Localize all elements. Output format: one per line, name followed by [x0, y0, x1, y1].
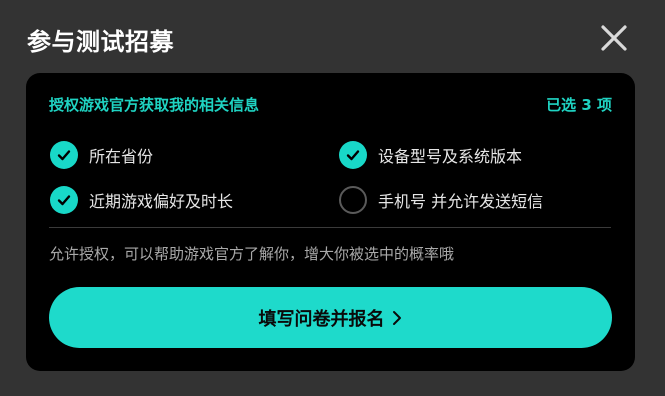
checkbox-game-preference[interactable]: [50, 186, 78, 214]
checkbox-phone[interactable]: [339, 186, 367, 214]
option-label: 近期游戏偏好及时长: [89, 192, 234, 211]
option-label: 所在省份: [89, 147, 154, 166]
divider: [49, 227, 611, 228]
option-device[interactable]: 设备型号及系统版本: [339, 140, 522, 170]
checkbox-device[interactable]: [339, 141, 367, 169]
close-button[interactable]: [598, 22, 630, 54]
authorization-note: 允许授权，可以帮助游戏官方了解你，增大你被选中的概率哦: [49, 245, 455, 263]
option-province[interactable]: 所在省份: [50, 140, 153, 170]
card-heading: 授权游戏官方获取我的相关信息: [49, 95, 260, 114]
checkmark-icon: [57, 195, 71, 206]
dialog-title: 参与测试招募: [27, 28, 174, 56]
chevron-right-icon: [392, 310, 401, 325]
card-header: 授权游戏官方获取我的相关信息 已选 3 项: [49, 93, 612, 115]
checkmark-icon: [57, 150, 71, 161]
option-label: 手机号 并允许发送短信: [378, 192, 544, 211]
checkmark-icon: [346, 150, 360, 161]
option-game-preference[interactable]: 近期游戏偏好及时长: [50, 185, 233, 215]
close-icon: [601, 25, 627, 51]
fill-survey-button[interactable]: 填写问卷并报名: [49, 287, 612, 348]
option-phone[interactable]: 手机号 并允许发送短信: [339, 185, 543, 215]
option-label: 设备型号及系统版本: [378, 147, 523, 166]
checkbox-province[interactable]: [50, 141, 78, 169]
cta-label: 填写问卷并报名: [258, 308, 385, 330]
permission-card: 授权游戏官方获取我的相关信息 已选 3 项 所在省份 设备型号及系统版本 近期游…: [26, 73, 635, 371]
selected-count: 已选 3 项: [546, 95, 612, 114]
